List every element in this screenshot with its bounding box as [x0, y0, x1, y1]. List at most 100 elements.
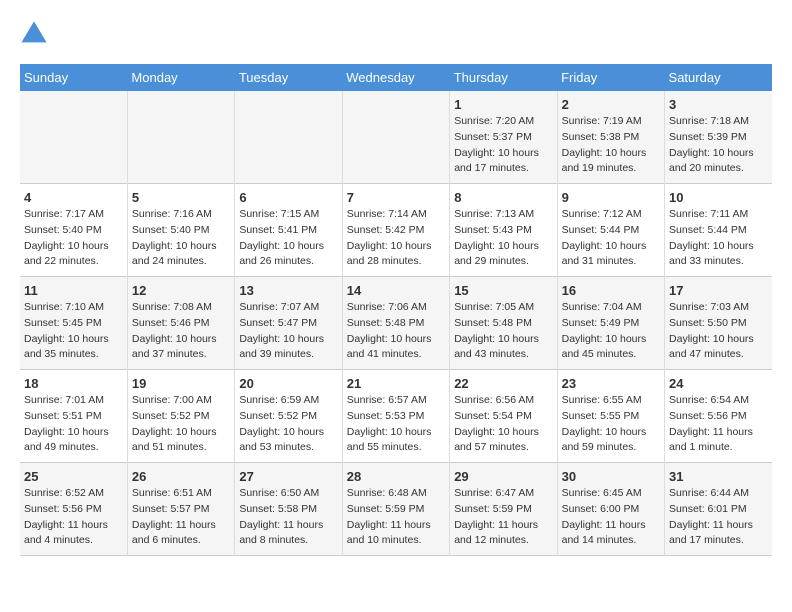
day-number: 22 [454, 376, 552, 391]
day-number: 14 [347, 283, 445, 298]
calendar-cell: 15 Sunrise: 7:05 AM Sunset: 5:48 PM Dayli… [450, 277, 557, 370]
day-info: Sunrise: 7:07 AM Sunset: 5:47 PM Dayligh… [239, 300, 337, 363]
day-info: Sunrise: 7:18 AM Sunset: 5:39 PM Dayligh… [669, 114, 768, 177]
day-number: 1 [454, 97, 552, 112]
day-info: Sunrise: 6:44 AM Sunset: 6:01 PM Dayligh… [669, 486, 768, 549]
day-number: 2 [562, 97, 660, 112]
calendar-week-row: 25Sunrise: 6:52 AM Sunset: 5:56 PM Dayli… [20, 463, 772, 556]
day-number: 11 [24, 283, 123, 298]
day-info: Sunrise: 7:14 AM Sunset: 5:42 PM Dayligh… [347, 207, 445, 270]
day-info: Sunrise: 7:12 AM Sunset: 5:44 PM Dayligh… [562, 207, 660, 270]
day-info: Sunrise: 6:48 AM Sunset: 5:59 PM Dayligh… [347, 486, 445, 549]
calendar-week-row: 4 Sunrise: 7:17 AM Sunset: 5:40 PM Daylig… [20, 184, 772, 277]
day-number: 13 [239, 283, 337, 298]
day-info: Sunrise: 6:54 AM Sunset: 5:56 PM Dayligh… [669, 393, 768, 456]
day-info: Sunrise: 7:15 AM Sunset: 5:41 PM Dayligh… [239, 207, 337, 270]
calendar-cell: 17 Sunrise: 7:03 AM Sunset: 5:50 PM Dayli… [665, 277, 772, 370]
day-number: 29 [454, 469, 552, 484]
calendar-week-row: 1Sunrise: 7:20 AM Sunset: 5:37 PM Daylig… [20, 91, 772, 184]
calendar-cell: 8Sunrise: 7:13 AM Sunset: 5:43 PM Daylig… [450, 184, 557, 277]
column-header-sunday: Sunday [20, 64, 127, 91]
day-info: Sunrise: 7:08 AM Sunset: 5:46 PM Dayligh… [132, 300, 230, 363]
day-number: 8 [454, 190, 552, 205]
day-number: 27 [239, 469, 337, 484]
day-number: 7 [347, 190, 445, 205]
calendar-cell: 31 Sunrise: 6:44 AM Sunset: 6:01 PM Dayli… [665, 463, 772, 556]
column-header-thursday: Thursday [450, 64, 557, 91]
calendar-cell: 3Sunrise: 7:18 AM Sunset: 5:39 PM Daylig… [665, 91, 772, 184]
calendar-cell: 6 Sunrise: 7:15 AM Sunset: 5:41 PM Daylig… [235, 184, 342, 277]
calendar-cell: 22 Sunrise: 6:56 AM Sunset: 5:54 PM Dayli… [450, 370, 557, 463]
calendar-cell: 24 Sunrise: 6:54 AM Sunset: 5:56 PM Dayli… [665, 370, 772, 463]
calendar-cell: 12 Sunrise: 7:08 AM Sunset: 5:46 PM Dayli… [127, 277, 234, 370]
day-number: 5 [132, 190, 230, 205]
calendar-cell: 20 Sunrise: 6:59 AM Sunset: 5:52 PM Dayli… [235, 370, 342, 463]
calendar-cell: 9Sunrise: 7:12 AM Sunset: 5:44 PM Daylig… [557, 184, 664, 277]
calendar-cell: 23Sunrise: 6:55 AM Sunset: 5:55 PM Dayli… [557, 370, 664, 463]
day-number: 19 [132, 376, 230, 391]
calendar-week-row: 11 Sunrise: 7:10 AM Sunset: 5:45 PM Dayli… [20, 277, 772, 370]
calendar-week-row: 18 Sunrise: 7:01 AM Sunset: 5:51 PM Dayli… [20, 370, 772, 463]
column-header-wednesday: Wednesday [342, 64, 449, 91]
calendar-cell: 11 Sunrise: 7:10 AM Sunset: 5:45 PM Dayli… [20, 277, 127, 370]
calendar-cell [342, 91, 449, 184]
day-info: Sunrise: 7:17 AM Sunset: 5:40 PM Dayligh… [24, 207, 123, 270]
day-number: 20 [239, 376, 337, 391]
column-header-friday: Friday [557, 64, 664, 91]
day-number: 6 [239, 190, 337, 205]
calendar-header-row: SundayMondayTuesdayWednesdayThursdayFrid… [20, 64, 772, 91]
calendar-cell: 7 Sunrise: 7:14 AM Sunset: 5:42 PM Daylig… [342, 184, 449, 277]
day-number: 17 [669, 283, 768, 298]
day-number: 31 [669, 469, 768, 484]
page-header [20, 20, 772, 48]
day-number: 18 [24, 376, 123, 391]
calendar-cell [235, 91, 342, 184]
day-info: Sunrise: 6:51 AM Sunset: 5:57 PM Dayligh… [132, 486, 230, 549]
day-number: 23 [562, 376, 660, 391]
day-number: 15 [454, 283, 552, 298]
day-info: Sunrise: 6:47 AM Sunset: 5:59 PM Dayligh… [454, 486, 552, 549]
day-info: Sunrise: 6:57 AM Sunset: 5:53 PM Dayligh… [347, 393, 445, 456]
day-info: Sunrise: 6:52 AM Sunset: 5:56 PM Dayligh… [24, 486, 123, 549]
day-number: 4 [24, 190, 123, 205]
day-info: Sunrise: 7:00 AM Sunset: 5:52 PM Dayligh… [132, 393, 230, 456]
day-info: Sunrise: 7:16 AM Sunset: 5:40 PM Dayligh… [132, 207, 230, 270]
day-info: Sunrise: 7:10 AM Sunset: 5:45 PM Dayligh… [24, 300, 123, 363]
calendar-cell: 26 Sunrise: 6:51 AM Sunset: 5:57 PM Dayli… [127, 463, 234, 556]
day-info: Sunrise: 7:19 AM Sunset: 5:38 PM Dayligh… [562, 114, 660, 177]
calendar-cell: 30Sunrise: 6:45 AM Sunset: 6:00 PM Dayli… [557, 463, 664, 556]
day-info: Sunrise: 6:50 AM Sunset: 5:58 PM Dayligh… [239, 486, 337, 549]
calendar-cell: 13 Sunrise: 7:07 AM Sunset: 5:47 PM Dayli… [235, 277, 342, 370]
calendar-cell [20, 91, 127, 184]
calendar-cell: 2 Sunrise: 7:19 AM Sunset: 5:38 PM Daylig… [557, 91, 664, 184]
calendar-cell: 10Sunrise: 7:11 AM Sunset: 5:44 PM Dayli… [665, 184, 772, 277]
calendar-cell: 25Sunrise: 6:52 AM Sunset: 5:56 PM Dayli… [20, 463, 127, 556]
day-number: 28 [347, 469, 445, 484]
day-number: 24 [669, 376, 768, 391]
calendar-cell: 4 Sunrise: 7:17 AM Sunset: 5:40 PM Daylig… [20, 184, 127, 277]
calendar-cell: 16 Sunrise: 7:04 AM Sunset: 5:49 PM Dayli… [557, 277, 664, 370]
calendar-table: SundayMondayTuesdayWednesdayThursdayFrid… [20, 64, 772, 556]
day-info: Sunrise: 7:04 AM Sunset: 5:49 PM Dayligh… [562, 300, 660, 363]
day-number: 30 [562, 469, 660, 484]
calendar-cell: 28 Sunrise: 6:48 AM Sunset: 5:59 PM Dayli… [342, 463, 449, 556]
calendar-cell: 21Sunrise: 6:57 AM Sunset: 5:53 PM Dayli… [342, 370, 449, 463]
day-info: Sunrise: 7:11 AM Sunset: 5:44 PM Dayligh… [669, 207, 768, 270]
calendar-cell [127, 91, 234, 184]
day-info: Sunrise: 6:59 AM Sunset: 5:52 PM Dayligh… [239, 393, 337, 456]
logo-icon [20, 20, 48, 48]
calendar-cell: 19 Sunrise: 7:00 AM Sunset: 5:52 PM Dayli… [127, 370, 234, 463]
day-number: 26 [132, 469, 230, 484]
calendar-cell: 1Sunrise: 7:20 AM Sunset: 5:37 PM Daylig… [450, 91, 557, 184]
day-info: Sunrise: 6:56 AM Sunset: 5:54 PM Dayligh… [454, 393, 552, 456]
calendar-cell: 27 Sunrise: 6:50 AM Sunset: 5:58 PM Dayli… [235, 463, 342, 556]
day-info: Sunrise: 7:03 AM Sunset: 5:50 PM Dayligh… [669, 300, 768, 363]
column-header-saturday: Saturday [665, 64, 772, 91]
day-number: 16 [562, 283, 660, 298]
calendar-cell: 29 Sunrise: 6:47 AM Sunset: 5:59 PM Dayli… [450, 463, 557, 556]
day-number: 12 [132, 283, 230, 298]
day-info: Sunrise: 7:01 AM Sunset: 5:51 PM Dayligh… [24, 393, 123, 456]
calendar-cell: 18 Sunrise: 7:01 AM Sunset: 5:51 PM Dayli… [20, 370, 127, 463]
logo [20, 20, 52, 48]
day-info: Sunrise: 7:05 AM Sunset: 5:48 PM Dayligh… [454, 300, 552, 363]
